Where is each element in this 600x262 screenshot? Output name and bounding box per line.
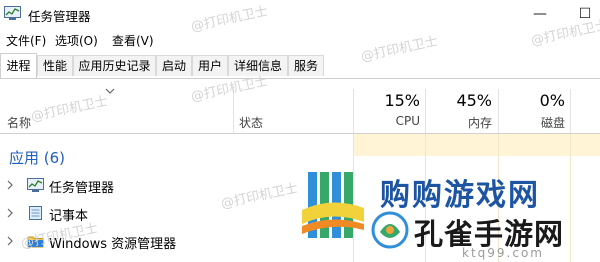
peacock-logo-icon (371, 211, 409, 249)
column-name-header[interactable]: 名称 (7, 114, 31, 131)
column-status-header[interactable]: 状态 (239, 114, 263, 131)
task-manager-icon (27, 178, 44, 192)
menu-view[interactable]: 查看(V) (112, 32, 154, 49)
site-logo-overlay: 购购游戏网 孔雀手游网 ktq99.com (302, 170, 600, 262)
tab-bar: 进程 性能 应用历史记录 启动 用户 详细信息 服务 (0, 53, 600, 79)
disk-heat-cell (498, 134, 570, 156)
task-manager-app-icon (4, 6, 21, 20)
window-title: 任务管理器 (28, 9, 91, 24)
column-divider[interactable] (498, 89, 499, 133)
disk-percent[interactable]: 0% (515, 91, 565, 110)
column-divider[interactable] (425, 89, 426, 133)
memory-column-header[interactable]: 内存 (442, 114, 492, 131)
tab-app-history[interactable]: 应用历史记录 (73, 55, 156, 76)
group-header-apps[interactable]: 应用 (6) (9, 147, 65, 168)
column-divider[interactable] (353, 89, 354, 133)
menu-options[interactable]: 选项(O) (55, 32, 98, 49)
sort-chevron-icon[interactable] (105, 88, 115, 94)
cpu-percent[interactable]: 15% (370, 91, 420, 110)
logo-title-primary: 购购游戏网 (380, 178, 540, 213)
title-bar: 任务管理器 — ☐ (0, 0, 600, 28)
chevron-right-icon[interactable] (7, 236, 13, 246)
chevron-right-icon[interactable] (7, 180, 13, 190)
network-heat-cell (571, 134, 600, 156)
tab-processes[interactable]: 进程 (0, 53, 37, 78)
process-name: 任务管理器 (49, 181, 115, 196)
column-divider[interactable] (570, 89, 571, 133)
tab-startup[interactable]: 启动 (156, 55, 192, 76)
disk-column-header[interactable]: 磁盘 (515, 114, 565, 131)
cpu-column-header[interactable]: CPU (370, 114, 420, 128)
minimize-button[interactable]: — (530, 4, 550, 24)
chevron-right-icon[interactable] (7, 208, 13, 218)
notepad-icon (29, 206, 42, 220)
tab-users[interactable]: 用户 (192, 55, 228, 76)
tab-performance[interactable]: 性能 (37, 55, 73, 76)
tab-services[interactable]: 服务 (288, 55, 324, 76)
menu-file[interactable]: 文件(F) (6, 32, 46, 49)
site-logo-icon (302, 172, 364, 238)
memory-percent[interactable]: 45% (442, 91, 492, 110)
logo-url: ktq99.com (462, 246, 544, 260)
